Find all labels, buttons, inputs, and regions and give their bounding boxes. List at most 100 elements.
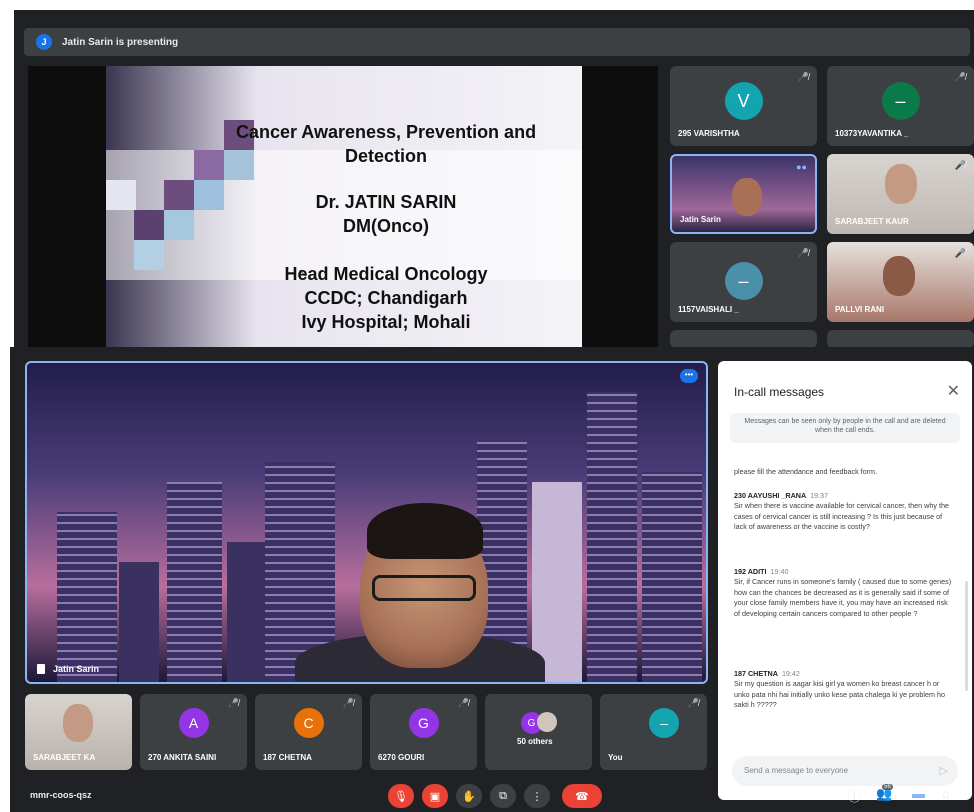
chat-message: 230 AAYUSHI _RANA 19:37 Sir when there is… bbox=[734, 491, 954, 533]
presentation-screenshot: J Jatin Sarin is presenting Cancer Aware… bbox=[14, 10, 974, 348]
chat-message: 192 ADITI 19:40 Sir, if Cancer runs in so… bbox=[734, 567, 954, 619]
participant-grid: 🎤̸ V 295 VARISHTHA 🎤̸ – 10373YAVANTIKA _… bbox=[670, 66, 974, 348]
self-tile[interactable]: 🎤̸ – You bbox=[600, 694, 707, 770]
participant-name: PALLVI RANI bbox=[835, 305, 885, 314]
send-icon[interactable]: ▷ bbox=[940, 764, 948, 777]
participant-name: SARABJEET KAUR bbox=[835, 217, 909, 226]
slide-title-line2: Detection bbox=[344, 146, 427, 166]
participant-avatar: V bbox=[724, 82, 763, 120]
chat-title: In-call messages bbox=[734, 385, 825, 399]
participant-tile[interactable]: 🎤̸ PALLVI RANI bbox=[827, 242, 974, 322]
chat-message-text: Sir, if Cancer runs in someone's family … bbox=[734, 577, 952, 618]
shared-screen: Cancer Awareness, Prevention and Detecti… bbox=[28, 66, 658, 348]
chat-panel: In-call messages ✕ Messages can be seen … bbox=[718, 361, 972, 800]
chat-message: 187 CHETNA 19:42 Sir my question is aagar… bbox=[734, 669, 954, 711]
speaker-name: Jatin Sarin bbox=[53, 664, 100, 674]
participant-tile[interactable]: 🎤̸ G 6270 GOURI bbox=[370, 694, 477, 770]
mic-off-icon: 🎤̸ bbox=[797, 248, 809, 258]
chat-time: 19:42 bbox=[781, 669, 800, 678]
presenting-label: Jatin Sarin is presenting bbox=[62, 36, 179, 48]
presentation-slide: Cancer Awareness, Prevention and Detecti… bbox=[106, 66, 582, 348]
end-call-button[interactable]: ☎ bbox=[562, 784, 602, 808]
participant-name: 6270 GOURI bbox=[378, 753, 425, 762]
speaker-glasses bbox=[372, 575, 476, 601]
self-avatar: – bbox=[649, 708, 680, 738]
chat-message-text: Sir when there is vaccine available for … bbox=[734, 501, 949, 532]
chat-scrollbar[interactable] bbox=[965, 581, 968, 691]
city-building bbox=[119, 562, 159, 682]
chat-privacy-note: Messages can be seen only by people in t… bbox=[730, 413, 960, 443]
chat-message-text: Sir my question is aagar kisi girl ya wo… bbox=[734, 679, 945, 710]
chat-time: 19:40 bbox=[770, 567, 789, 576]
participant-tile[interactable] bbox=[827, 330, 974, 348]
participant-avatar: G bbox=[408, 708, 439, 738]
mic-off-icon: 🎤̸ bbox=[954, 72, 966, 82]
participant-tile[interactable]: 🎤̸ – 10373YAVANTIKA _ bbox=[827, 66, 974, 146]
city-building bbox=[227, 542, 267, 682]
participant-name: 1157VAISHALI _ bbox=[678, 305, 739, 314]
others-count: 50 others bbox=[517, 737, 553, 746]
main-speaker-video[interactable]: ••• Jatin Sarin bbox=[25, 361, 708, 684]
slide-position: Head Medical Oncology bbox=[284, 264, 488, 284]
chat-time: 19:37 bbox=[810, 491, 829, 500]
chat-message: please fill the attendance and feedback … bbox=[734, 467, 954, 477]
participant-tile[interactable]: 🎤̸ A 270 ANKITA SAINI bbox=[140, 694, 247, 770]
mic-off-icon: 🎤̸ bbox=[457, 698, 469, 708]
participant-name: Jatin Sarin bbox=[680, 215, 721, 224]
chat-sender: 230 AAYUSHI _RANA bbox=[734, 491, 807, 500]
participant-avatar: C bbox=[293, 708, 324, 738]
mic-off-icon: 🎤̸ bbox=[687, 698, 699, 708]
more-options-icon[interactable]: ⋮ bbox=[524, 784, 550, 808]
participant-tile[interactable]: 🎤̸ SARABJEET KAUR bbox=[827, 154, 974, 234]
participant-tile-active[interactable]: ●● Jatin Sarin bbox=[670, 154, 817, 234]
participant-video bbox=[63, 704, 93, 742]
participant-avatar-photo bbox=[537, 712, 557, 732]
people-icon[interactable]: 👥 56 bbox=[876, 784, 893, 802]
presenter-avatar: J bbox=[36, 34, 52, 50]
participant-name: 295 VARISHTHA bbox=[678, 129, 740, 138]
activities-icon[interactable]: ⌂ bbox=[942, 786, 950, 801]
participant-avatar: – bbox=[724, 262, 763, 300]
meeting-screenshot: ••• Jatin Sarin SARABJEET KA 🎤̸ A 270 AN… bbox=[10, 347, 974, 812]
speaking-icon: ●● bbox=[796, 162, 807, 172]
info-icon[interactable]: ⓘ bbox=[848, 786, 861, 805]
speaker-hair bbox=[367, 503, 483, 559]
city-building bbox=[167, 482, 222, 682]
chat-message-text: please fill the attendance and feedback … bbox=[734, 467, 878, 476]
close-icon[interactable]: ✕ bbox=[947, 381, 960, 401]
city-building bbox=[587, 392, 637, 682]
city-building bbox=[57, 512, 117, 682]
present-screen-button[interactable]: ⧉ bbox=[490, 784, 516, 808]
participant-name: SARABJEET KA bbox=[33, 753, 96, 762]
city-building bbox=[532, 482, 582, 682]
chat-sender: 187 CHETNA bbox=[734, 669, 778, 678]
raise-hand-button[interactable]: ✋ bbox=[456, 784, 482, 808]
slide-degree: DM(Onco) bbox=[343, 216, 429, 236]
mic-off-icon: 🎤̸ bbox=[227, 698, 239, 708]
participant-tile[interactable]: 🎤̸ C 187 CHETNA bbox=[255, 694, 362, 770]
participant-video bbox=[732, 178, 762, 216]
city-building bbox=[642, 472, 702, 682]
mic-off-icon: 🎤̸ bbox=[954, 248, 966, 258]
chat-icon[interactable]: ▬ bbox=[912, 786, 925, 801]
camera-toggle-button[interactable]: ▣ bbox=[422, 784, 448, 808]
slide-location1: CCDC; Chandigarh bbox=[304, 288, 468, 308]
participant-avatar: A bbox=[178, 708, 209, 738]
participant-tile[interactable]: SARABJEET KA bbox=[25, 694, 132, 770]
participant-tile[interactable]: 🎤̸ V 295 VARISHTHA bbox=[670, 66, 817, 146]
participant-avatar: – bbox=[881, 82, 920, 120]
participant-tile[interactable] bbox=[670, 330, 817, 348]
mic-toggle-button[interactable]: 🎙 bbox=[388, 784, 414, 808]
chat-sender: 192 ADITI bbox=[734, 567, 767, 576]
participant-video bbox=[883, 256, 915, 296]
others-tile[interactable]: G 50 others bbox=[485, 694, 592, 770]
participant-strip: SARABJEET KA 🎤̸ A 270 ANKITA SAINI 🎤̸ C … bbox=[25, 694, 708, 772]
participant-tile[interactable]: 🎤̸ – 1157VAISHALI _ bbox=[670, 242, 817, 322]
mic-off-icon: 🎤̸ bbox=[342, 698, 354, 708]
more-options-button[interactable]: ••• bbox=[680, 369, 698, 383]
participant-video bbox=[885, 164, 917, 204]
mic-off-icon: 🎤̸ bbox=[797, 72, 809, 82]
meeting-code: mmr-coos-qsz bbox=[30, 790, 92, 800]
self-name: You bbox=[608, 753, 623, 762]
chat-input-placeholder: Send a message to everyone bbox=[744, 766, 849, 775]
